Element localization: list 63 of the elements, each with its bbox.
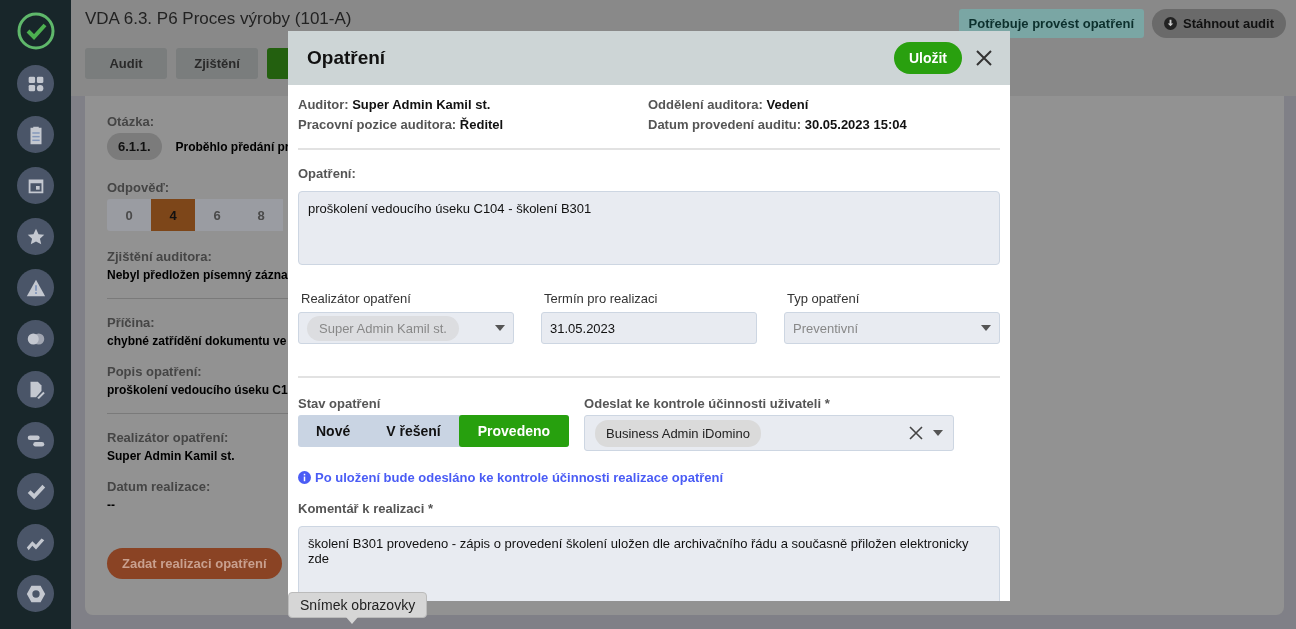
info-text: Oddělení auditora: Vedení xyxy=(648,97,810,112)
modal-title: Opatření xyxy=(307,47,387,69)
notice-message: Po uložení bude odesláno ke kontrole účinnosti realizace opatření xyxy=(315,470,724,485)
sidebar-item[interactable] xyxy=(17,218,54,255)
caret-icon xyxy=(933,430,944,436)
download-button[interactable]: Stáhnout audit xyxy=(1152,9,1286,38)
download-icon xyxy=(1164,17,1177,30)
sidebar-item[interactable] xyxy=(17,65,54,102)
state-option[interactable]: Provedeno xyxy=(458,415,570,447)
field-label: Typ opatření xyxy=(787,291,861,306)
enter-realization-button[interactable]: Zadat realizaci opatření xyxy=(107,548,282,579)
page-title: VDA 6.3. P6 Proces výroby (101-A) xyxy=(85,9,352,29)
caret-icon xyxy=(981,325,991,331)
close-icon[interactable] xyxy=(976,50,992,66)
answer-option[interactable]: 6 xyxy=(195,199,239,231)
answer-option[interactable]: 4 xyxy=(151,199,195,231)
tab[interactable]: Zjištění xyxy=(176,48,258,79)
sidebar-item[interactable] xyxy=(17,422,54,459)
tab[interactable]: Audit xyxy=(85,48,167,79)
field-label: Popis opatření: xyxy=(107,364,203,379)
field-label: Termín pro realizaci xyxy=(544,291,659,306)
info-icon xyxy=(298,471,311,484)
answer-option[interactable]: 8 xyxy=(239,199,283,231)
field-value: chybné zatřídění dokumentu ve xyxy=(107,334,285,348)
answer-option[interactable]: 0 xyxy=(107,199,151,231)
clear-icon[interactable] xyxy=(909,426,924,440)
field-label: Příčina: xyxy=(107,315,156,330)
field-value: -- xyxy=(107,498,116,512)
question-text: Proběhlo předání pr xyxy=(175,139,290,154)
field-label: Realizátor opatření: xyxy=(107,430,230,445)
sidebar-item[interactable] xyxy=(17,575,54,612)
field-value: Super Admin Kamil st. xyxy=(107,449,236,463)
field-label: Odpověď: xyxy=(107,180,171,195)
sidebar-item[interactable] xyxy=(17,473,54,510)
field-label: Stav opatření xyxy=(298,396,382,411)
sidebar-item[interactable] xyxy=(17,320,54,357)
info-text: Datum provedení auditu: 30.05.2023 15:04 xyxy=(648,117,908,132)
question-number: 6.1.1. xyxy=(107,133,162,160)
field-label: Odeslat ke kontrole účinnosti uživateli * xyxy=(584,396,831,411)
caret-icon xyxy=(495,325,505,331)
field-label: Opatření: xyxy=(298,166,357,181)
tooltip: Snímek obrazovky xyxy=(288,592,428,618)
field-label: Zjištění auditora: xyxy=(107,249,213,264)
sidebar-item[interactable] xyxy=(17,524,54,561)
date-field[interactable]: 31.05.2023 xyxy=(541,312,757,344)
field-label: Komentář k realizaci * xyxy=(298,501,435,516)
info-text: Auditor: Super Admin Kamil st. xyxy=(298,97,492,112)
logo-check-icon[interactable] xyxy=(16,12,55,50)
tooltip-pointer-icon xyxy=(346,617,358,624)
field-label: Realizátor opatření xyxy=(301,291,412,306)
save-button[interactable]: Uložit xyxy=(893,42,962,74)
user-select-field[interactable]: Business Admin iDomino xyxy=(584,415,955,451)
info-text: Pracovní pozice auditora: Ředitel xyxy=(298,117,505,132)
field-label: Datum realizace: xyxy=(107,479,212,494)
state-option[interactable]: V řešení xyxy=(368,415,459,447)
sidebar-item[interactable] xyxy=(17,371,54,408)
status-badge: Potřebuje provést opatření xyxy=(958,9,1144,38)
sidebar-item[interactable] xyxy=(17,269,54,306)
field-label: Otázka: xyxy=(107,114,155,129)
sidebar-item[interactable] xyxy=(17,116,54,153)
measure-textarea[interactable]: proškolení vedoucího úseku C104 - školení B301 xyxy=(298,191,1000,265)
sidebar-item[interactable] xyxy=(17,167,54,204)
state-option[interactable]: Nové xyxy=(298,415,369,447)
